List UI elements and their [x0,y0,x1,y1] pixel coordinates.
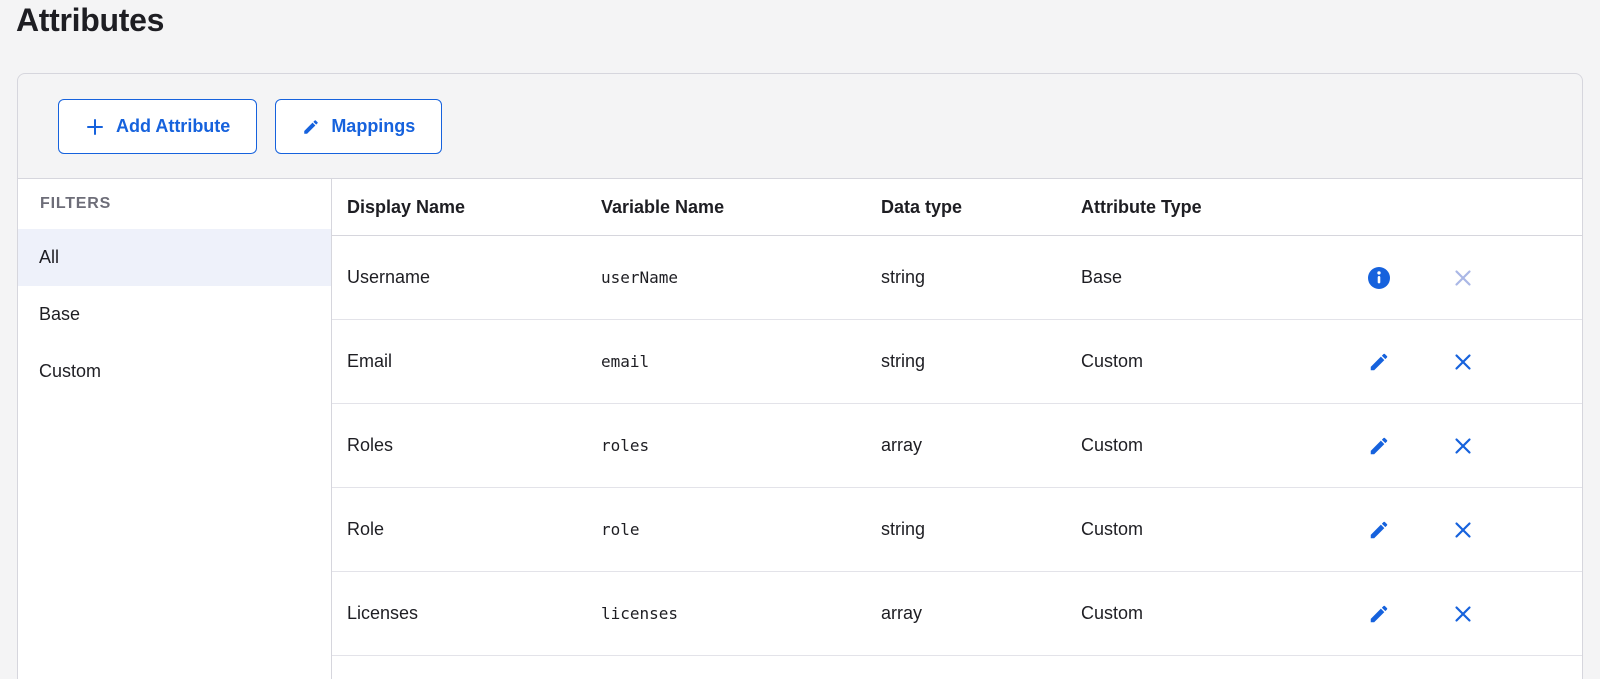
edit-attribute-icon[interactable] [1367,350,1391,374]
remove-attribute-icon[interactable] [1451,518,1475,542]
page-title: Attributes [16,2,165,38]
variable-name-cell: roles [601,436,650,455]
add-attribute-button[interactable]: Add Attribute [58,99,258,154]
column-header-display-name: Display Name [347,196,466,217]
filter-list: All Base Custom [18,229,331,400]
data-type-cell: array [881,603,923,623]
edit-attribute-icon[interactable] [1367,434,1391,458]
filter-item-base[interactable]: Base [18,286,331,343]
row-actions [1299,602,1582,626]
pencil-icon [302,118,320,136]
variable-name-cell: userName [601,268,679,287]
plus-icon [85,117,105,137]
mappings-button[interactable]: Mappings [275,99,443,154]
remove-attribute-icon[interactable] [1451,350,1475,374]
panel-content: FILTERS All Base Custom Display Name Var… [18,178,1582,679]
variable-name-cell: licenses [601,604,679,623]
edit-attribute-icon[interactable] [1367,518,1391,542]
info-icon[interactable] [1367,266,1391,290]
data-type-cell: string [881,519,926,539]
display-name-cell: Username [347,267,431,287]
attribute-type-cell: Custom [1081,603,1144,623]
column-header-variable-name: Variable Name [601,196,725,217]
row-actions [1299,266,1582,290]
attribute-type-cell: Custom [1081,519,1144,539]
table-row: Roles roles array Custom [332,404,1582,488]
add-attribute-label: Add Attribute [116,116,231,136]
mappings-label: Mappings [331,116,416,136]
row-actions [1299,434,1582,458]
filter-item-all[interactable]: All [18,229,331,286]
table-row-partial [332,656,1582,679]
row-actions [1299,350,1582,374]
table-header-row: Display Name Variable Name Data type Att… [332,179,1582,236]
table-row: Role role string Custom [332,488,1582,572]
column-header-attribute-type: Attribute Type [1081,196,1202,217]
attribute-type-cell: Base [1081,267,1123,287]
toolbar: Add Attribute Mappings [18,74,1582,178]
display-name-cell: Licenses [347,603,419,623]
filters-heading: FILTERS [40,195,112,212]
variable-name-cell: email [601,352,650,371]
display-name-cell: Role [347,519,385,539]
table-row: Email email string Custom [332,320,1582,404]
data-type-cell: string [881,351,926,371]
table-row: Username userName string Base [332,236,1582,320]
display-name-cell: Email [347,351,393,371]
attributes-panel: Add Attribute Mappings FILTERS All Base … [17,73,1583,679]
attributes-table: Display Name Variable Name Data type Att… [332,179,1582,679]
attribute-type-cell: Custom [1081,351,1144,371]
row-actions [1299,518,1582,542]
display-name-cell: Roles [347,435,394,455]
data-type-cell: array [881,435,923,455]
edit-attribute-icon[interactable] [1367,602,1391,626]
filter-item-custom[interactable]: Custom [18,343,331,400]
remove-attribute-icon [1451,266,1475,290]
variable-name-cell: role [601,520,640,539]
attribute-type-cell: Custom [1081,435,1144,455]
data-type-cell: string [881,267,926,287]
column-header-data-type: Data type [881,196,963,217]
table-row: Licenses licenses array Custom [332,572,1582,656]
remove-attribute-icon[interactable] [1451,602,1475,626]
remove-attribute-icon[interactable] [1451,434,1475,458]
filters-sidebar: FILTERS All Base Custom [18,179,332,679]
